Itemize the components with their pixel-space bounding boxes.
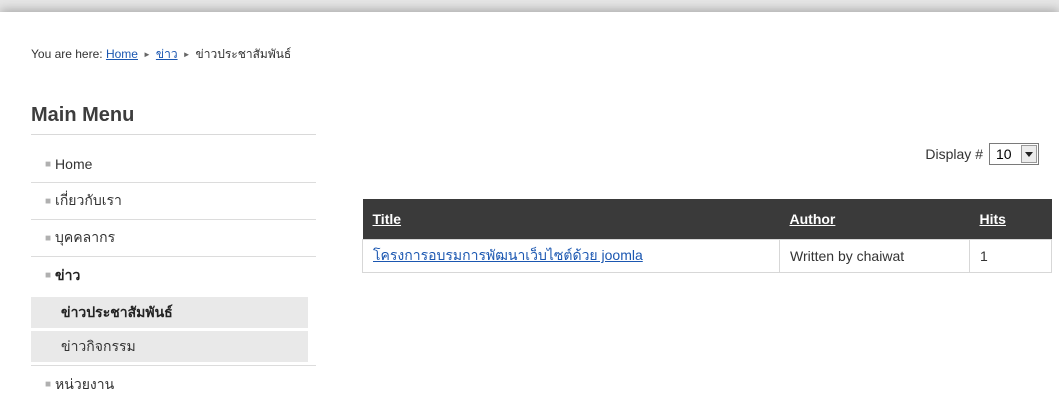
menu-item-home[interactable]: ■ Home xyxy=(31,146,316,183)
bullet-icon: ■ xyxy=(45,270,52,281)
bullet-icon: ■ xyxy=(45,195,52,207)
submenu-item-activity-news[interactable]: ข่าวกิจกรรม xyxy=(31,331,308,362)
news-submenu: ข่าวประชาสัมพันธ์ ข่าวกิจกรรม xyxy=(31,294,316,366)
menu-item-staff[interactable]: ■ บุคคลากร xyxy=(31,220,316,257)
breadcrumb-arrow-icon: ► xyxy=(142,50,151,59)
column-header-author: Author xyxy=(779,199,970,240)
display-count-select[interactable]: 10 xyxy=(989,143,1039,165)
cell-hits: 1 xyxy=(969,239,1052,273)
table-header-row: Title Author Hits xyxy=(362,199,1052,240)
breadcrumb-home-link[interactable]: Home xyxy=(106,47,138,61)
articles-table: Title Author Hits โครงการอบรมการพัฒนาเว็… xyxy=(362,199,1052,273)
menu-item-label: บุคคลากร xyxy=(55,229,116,245)
menu-item-label: หน่วยงาน xyxy=(55,375,115,392)
display-count-control: Display # 10 xyxy=(925,143,1039,165)
bullet-icon: ■ xyxy=(45,232,52,244)
sort-by-hits-link[interactable]: Hits xyxy=(980,211,1006,227)
menu-item-label: เกี่ยวกับเรา xyxy=(55,192,122,208)
breadcrumb-arrow-icon: ► xyxy=(182,50,191,59)
menu-item-label: ข่าว xyxy=(55,266,81,283)
breadcrumb-news-link[interactable]: ข่าว xyxy=(156,47,178,61)
submenu-item-pr-news[interactable]: ข่าวประชาสัมพันธ์ xyxy=(31,297,308,328)
bullet-icon: ■ xyxy=(45,158,52,170)
breadcrumb: You are here: Home ► ข่าว ► ข่าวประชาสัมพันธ… xyxy=(31,45,291,64)
cell-title: โครงการอบรมการพัฒนาเว็บไซต์ด้วย joomla xyxy=(362,239,780,273)
sort-by-title-link[interactable]: Title xyxy=(373,211,402,227)
main-menu-title: Main Menu xyxy=(31,104,135,126)
display-count-value: 10 xyxy=(996,146,1012,162)
menu-item-news[interactable]: ■ ข่าว xyxy=(31,257,316,294)
article-title-link[interactable]: โครงการอบรมการพัฒนาเว็บไซต์ด้วย joomla xyxy=(373,247,643,263)
column-header-title: Title xyxy=(362,199,780,240)
cell-author: Written by chaiwat xyxy=(779,239,970,273)
dropdown-arrow-icon[interactable] xyxy=(1021,145,1037,163)
table-row: โครงการอบรมการพัฒนาเว็บไซต์ด้วย joomla W… xyxy=(362,239,1052,273)
menu-item-departments[interactable]: ■ หน่วยงาน xyxy=(31,366,316,403)
breadcrumb-prefix: You are here: xyxy=(31,47,103,61)
sort-by-author-link[interactable]: Author xyxy=(790,211,836,227)
bullet-icon: ■ xyxy=(45,379,52,390)
page-frame: You are here: Home ► ข่าว ► ข่าวประชาสัมพันธ… xyxy=(0,12,1059,419)
main-menu: ■ Home ■ เกี่ยวกับเรา ■ บุคคลากร ■ ข่าว … xyxy=(31,146,316,403)
display-label: Display # xyxy=(925,146,983,162)
menu-item-label: Home xyxy=(55,156,93,172)
menu-item-about[interactable]: ■ เกี่ยวกับเรา xyxy=(31,183,316,220)
column-header-hits: Hits xyxy=(969,199,1052,240)
breadcrumb-current: ข่าวประชาสัมพันธ์ xyxy=(195,47,292,61)
menu-title-divider xyxy=(31,134,316,135)
